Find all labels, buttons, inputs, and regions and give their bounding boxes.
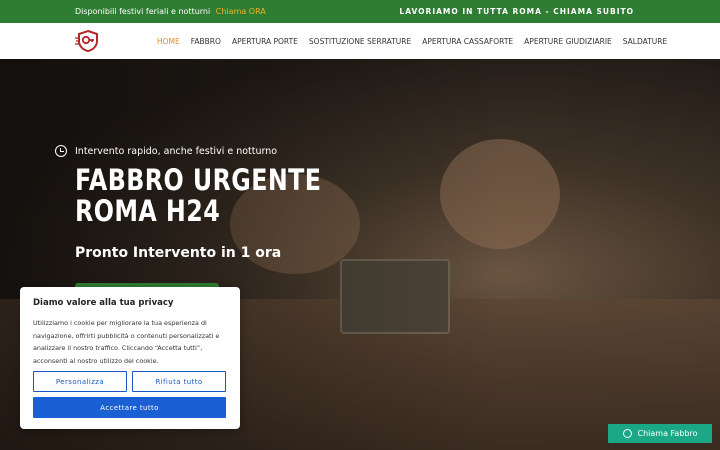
key-shield-icon[interactable] xyxy=(75,29,101,53)
availability-text: Disponibili festivi feriali e notturni C… xyxy=(75,7,266,16)
reject-all-button[interactable]: Rifiuta tutto xyxy=(132,371,226,392)
cookie-title: Diamo valore alla tua privacy xyxy=(33,298,174,308)
accept-all-button[interactable]: Accettare tutto xyxy=(33,397,226,418)
cookie-consent-dialog: Diamo valore alla tua privacy Utilizziam… xyxy=(20,287,240,429)
nav-item-aperture-giudiziarie[interactable]: APERTURE GIUDIZIARIE xyxy=(524,37,612,46)
hero-tagline: Intervento rapido, anche festivi e nottu… xyxy=(55,145,277,157)
whatsapp-label: Chiama Fabbro xyxy=(637,429,698,438)
headline-line-1: FABBRO URGENTE xyxy=(75,163,322,197)
top-bar: Disponibili festivi feriali e notturni C… xyxy=(0,0,720,23)
headline-line-2: ROMA H24 xyxy=(75,194,221,228)
nav-menu: HOME FABBRO APERTURA PORTE SOSTITUZIONE … xyxy=(157,37,678,46)
customize-button[interactable]: Personalizza xyxy=(33,371,127,392)
hero-subhead: Pronto Intervento in 1 ora xyxy=(75,245,282,261)
availability-label: Disponibili festivi feriali e notturni xyxy=(75,7,211,16)
cookie-description: Utilizziamo i cookie per migliorare la t… xyxy=(33,319,220,365)
nav-item-fabbro[interactable]: FABBRO xyxy=(191,37,221,46)
call-now-link[interactable]: Chiama ORA xyxy=(216,7,266,16)
hero-headline: FABBRO URGENTE ROMA H24 xyxy=(75,165,321,227)
nav-item-home[interactable]: HOME xyxy=(157,37,180,46)
nav-item-saldature[interactable]: SALDATURE xyxy=(623,37,667,46)
nav-item-sostituzione-serrature[interactable]: SOSTITUZIONE SERRATURE xyxy=(309,37,411,46)
whatsapp-icon xyxy=(622,429,632,438)
hero-tagline-text: Intervento rapido, anche festivi e nottu… xyxy=(75,145,278,157)
nav-item-apertura-porte[interactable]: APERTURA PORTE xyxy=(232,37,298,46)
whatsapp-call-button[interactable]: Chiama Fabbro xyxy=(608,424,712,443)
clock-icon xyxy=(55,145,67,157)
main-navigation: HOME FABBRO APERTURA PORTE SOSTITUZIONE … xyxy=(0,23,720,59)
coverage-text: LAVORIAMO IN TUTTA ROMA - CHIAMA SUBITO xyxy=(399,7,634,16)
nav-item-apertura-cassaforte[interactable]: APERTURA CASSAFORTE xyxy=(422,37,513,46)
